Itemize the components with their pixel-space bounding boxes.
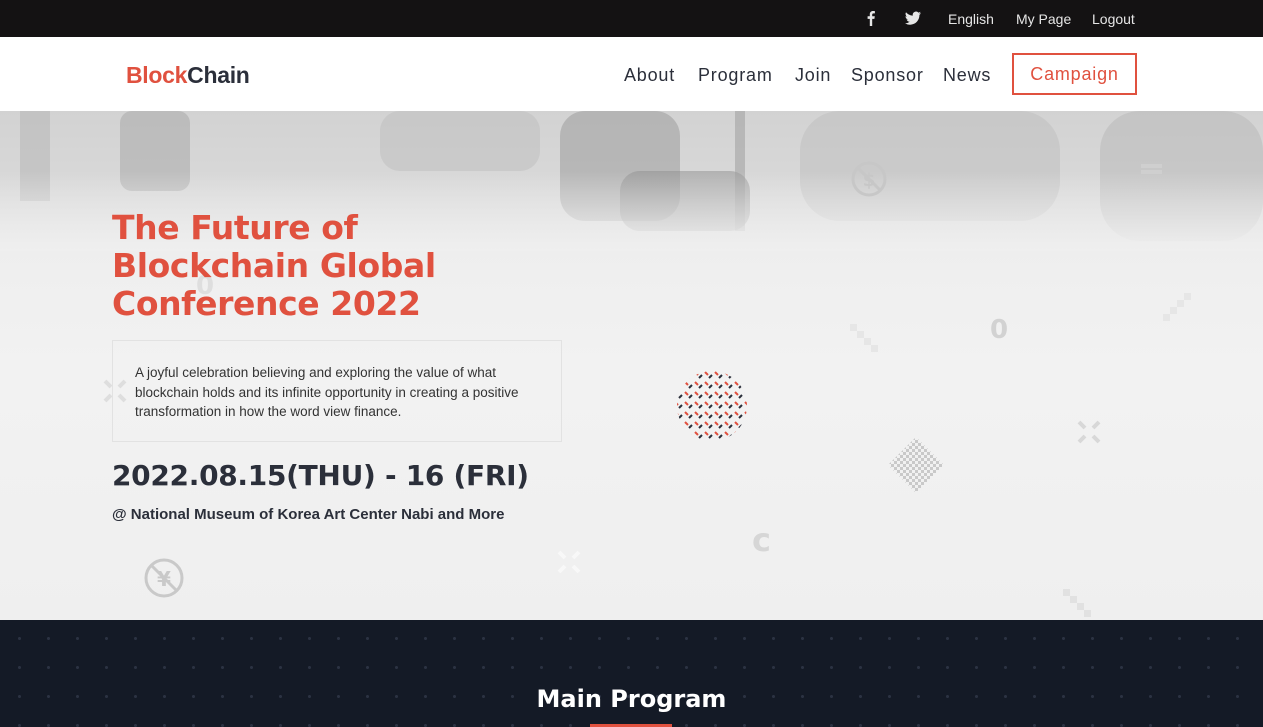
nav-about[interactable]: About bbox=[624, 64, 675, 86]
main-header: BlockChain About Program Join Sponsor Ne… bbox=[0, 37, 1263, 111]
pixel-stairs-decoration bbox=[1063, 589, 1091, 617]
c-glyph-decoration: c bbox=[752, 521, 771, 559]
x-mark-decoration bbox=[557, 550, 581, 574]
x-mark-decoration bbox=[1077, 420, 1101, 444]
yen-coin-icon: ¥ bbox=[144, 558, 184, 598]
pixel-stairs-decoration bbox=[1163, 293, 1191, 321]
facebook-icon[interactable] bbox=[862, 9, 880, 27]
my-page-link[interactable]: My Page bbox=[1016, 11, 1071, 27]
hero-title: The Future of Blockchain Global Conferen… bbox=[112, 208, 436, 323]
section-title: Main Program bbox=[536, 685, 727, 713]
logo-block-text: Block bbox=[126, 62, 188, 88]
hero-description-box: A joyful celebration believing and explo… bbox=[112, 340, 562, 442]
hero-section: $ ¥ 0 0 c The bbox=[0, 111, 1263, 620]
twitter-icon[interactable] bbox=[904, 9, 922, 27]
language-link[interactable]: English bbox=[948, 11, 994, 27]
event-date: 2022.08.15(THU) - 16 (FRI) bbox=[112, 459, 529, 492]
pixel-stairs-decoration bbox=[850, 324, 878, 352]
campaign-button[interactable]: Campaign bbox=[1012, 53, 1137, 95]
equals-decoration bbox=[1141, 164, 1162, 168]
nav-program[interactable]: Program bbox=[698, 64, 773, 86]
dollar-coin-icon: $ bbox=[851, 161, 887, 197]
top-utility-bar: English My Page Logout bbox=[0, 0, 1263, 37]
dotted-sphere-decoration bbox=[677, 371, 747, 441]
main-program-section: Main Program bbox=[0, 620, 1263, 727]
nav-sponsor[interactable]: Sponsor bbox=[851, 64, 924, 86]
zero-glyph-decoration: 0 bbox=[990, 315, 1009, 345]
nav-join[interactable]: Join bbox=[795, 64, 831, 86]
site-logo[interactable]: BlockChain bbox=[126, 61, 250, 89]
logo-chain-text: Chain bbox=[187, 62, 250, 88]
logout-link[interactable]: Logout bbox=[1092, 11, 1135, 27]
nav-news[interactable]: News bbox=[943, 64, 991, 86]
diamond-grid-decoration bbox=[888, 437, 944, 493]
hero-description: A joyful celebration believing and explo… bbox=[135, 365, 519, 419]
event-venue: @ National Museum of Korea Art Center Na… bbox=[112, 506, 505, 523]
